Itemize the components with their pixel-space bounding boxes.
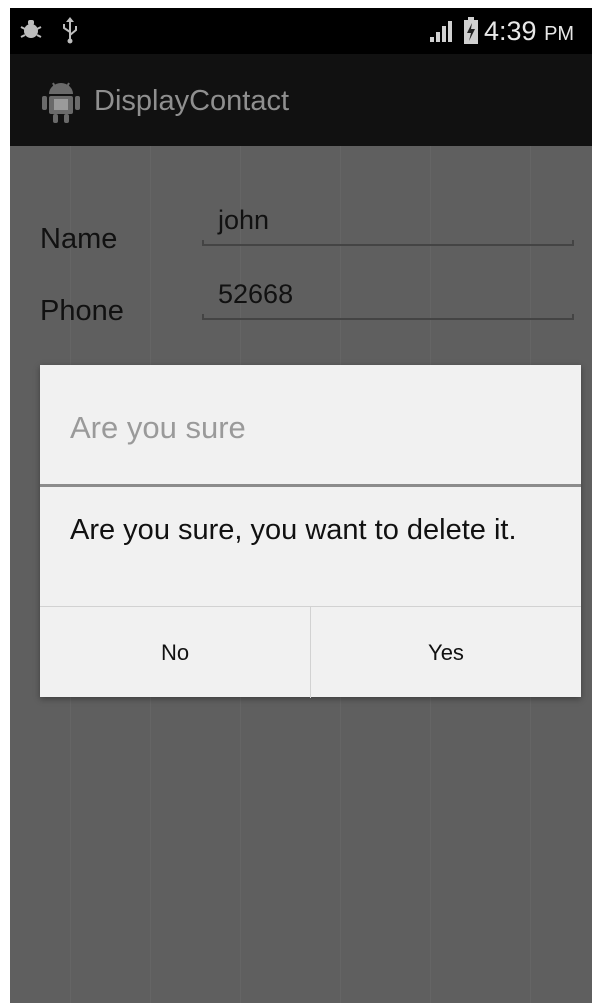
- yes-button-label: Yes: [428, 639, 464, 665]
- android-app-icon: [40, 80, 82, 129]
- dialog-message: Are you sure, you want to delete it.: [70, 514, 517, 546]
- phone-label: Phone: [40, 295, 124, 327]
- confirm-delete-dialog: Are you sure Are you sure, you want to d…: [40, 365, 581, 698]
- debug-bug-icon: [18, 17, 44, 48]
- action-bar: DisplayContact: [10, 54, 592, 146]
- dialog-title-divider: [40, 484, 581, 487]
- dialog-title: Are you sure: [70, 410, 246, 445]
- status-bar: 4:39 PM: [10, 8, 592, 54]
- phone-field[interactable]: 52668: [218, 278, 293, 310]
- name-field[interactable]: john: [218, 204, 269, 236]
- app-title: DisplayContact: [94, 85, 290, 117]
- phone-screen: 4:39 PM DisplayContact Name john Phone 5…: [10, 8, 592, 1003]
- usb-icon: [60, 16, 80, 49]
- name-label: Name: [40, 223, 118, 255]
- name-field-underline: [202, 240, 574, 246]
- yes-button[interactable]: Yes: [311, 607, 581, 698]
- signal-strength-icon: [428, 20, 456, 49]
- phone-field-underline: [202, 314, 574, 320]
- status-time: 4:39 PM: [484, 16, 575, 46]
- battery-charging-icon: [463, 17, 479, 50]
- dialog-button-bar: No Yes: [40, 606, 581, 698]
- no-button-label: No: [160, 639, 190, 665]
- no-button[interactable]: No: [40, 607, 311, 698]
